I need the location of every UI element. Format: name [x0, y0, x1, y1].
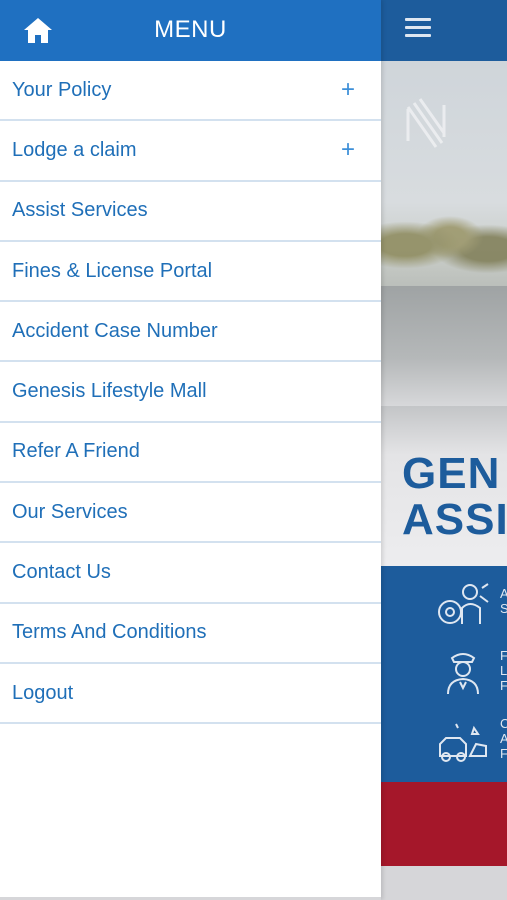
menu-item-label: Terms And Conditions	[12, 621, 207, 644]
menu-item-accident-case[interactable]: Accident Case Number	[0, 302, 381, 363]
menu-item-contact-us[interactable]: Contact Us	[0, 543, 381, 604]
service-text: S	[500, 601, 507, 616]
hero-title-line2: ASSI	[402, 495, 507, 544]
service-text: A	[500, 586, 507, 601]
service-text: L	[500, 663, 507, 678]
menu-item-lodge-claim[interactable]: Lodge a claim +	[0, 121, 381, 182]
menu-item-our-services[interactable]: Our Services	[0, 483, 381, 544]
menu-item-label: Your Policy	[12, 78, 112, 101]
menu-item-label: Lodge a claim	[12, 138, 137, 161]
promo-band[interactable]	[380, 782, 507, 866]
accident-car-icon	[439, 723, 487, 762]
services-panel: A S F L F C A F	[380, 566, 507, 782]
menu-item-refer-friend[interactable]: Refer A Friend	[0, 423, 381, 484]
menu-title: MENU	[154, 16, 227, 43]
service-row-fines[interactable]: F L F	[380, 646, 507, 706]
menu-item-label: Accident Case Number	[12, 319, 218, 342]
expand-plus-icon[interactable]: +	[341, 138, 355, 162]
menu-item-label: Assist Services	[12, 199, 148, 222]
menu-item-fines-license[interactable]: Fines & License Portal	[0, 242, 381, 303]
menu-item-assist-services[interactable]: Assist Services	[0, 182, 381, 242]
hamburger-icon[interactable]	[405, 18, 431, 38]
app-header	[380, 0, 507, 61]
menu-item-label: Fines & License Portal	[12, 259, 213, 282]
menu-list: Your Policy + Lodge a claim + Assist Ser…	[0, 61, 381, 725]
footer-strip	[380, 866, 507, 900]
navigation-drawer: MENU Your Policy + Lodge a claim + Assis…	[0, 0, 381, 900]
drawer-header: MENU	[0, 0, 381, 61]
service-text: A	[500, 731, 507, 746]
service-text: F	[500, 746, 507, 761]
service-text: C	[500, 716, 507, 731]
menu-item-label: Logout	[12, 681, 74, 704]
brand-logo-icon	[406, 98, 446, 148]
menu-item-label: Genesis Lifestyle Mall	[12, 380, 207, 403]
menu-item-label: Our Services	[12, 500, 128, 523]
menu-item-label: Contact Us	[12, 561, 111, 584]
mechanic-icon	[438, 583, 489, 624]
menu-item-lifestyle-mall[interactable]: Genesis Lifestyle Mall	[0, 362, 381, 423]
service-text: F	[500, 678, 507, 693]
menu-item-logout[interactable]: Logout	[0, 664, 381, 725]
menu-item-terms[interactable]: Terms And Conditions	[0, 604, 381, 664]
menu-item-label: Refer A Friend	[12, 440, 140, 463]
hero-title: GEN ASSI	[402, 451, 507, 543]
hero-banner: GEN ASSI	[380, 61, 507, 566]
menu-item-your-policy[interactable]: Your Policy +	[0, 61, 381, 122]
service-row-accident[interactable]: C A F	[380, 714, 507, 774]
hero-road	[380, 286, 507, 406]
expand-plus-icon[interactable]: +	[341, 78, 355, 102]
officer-icon	[447, 653, 479, 694]
hero-title-line1: GEN	[402, 449, 501, 498]
service-text: F	[500, 648, 507, 663]
hero-trees	[380, 201, 507, 281]
service-row-assist[interactable]: A S	[380, 578, 507, 638]
